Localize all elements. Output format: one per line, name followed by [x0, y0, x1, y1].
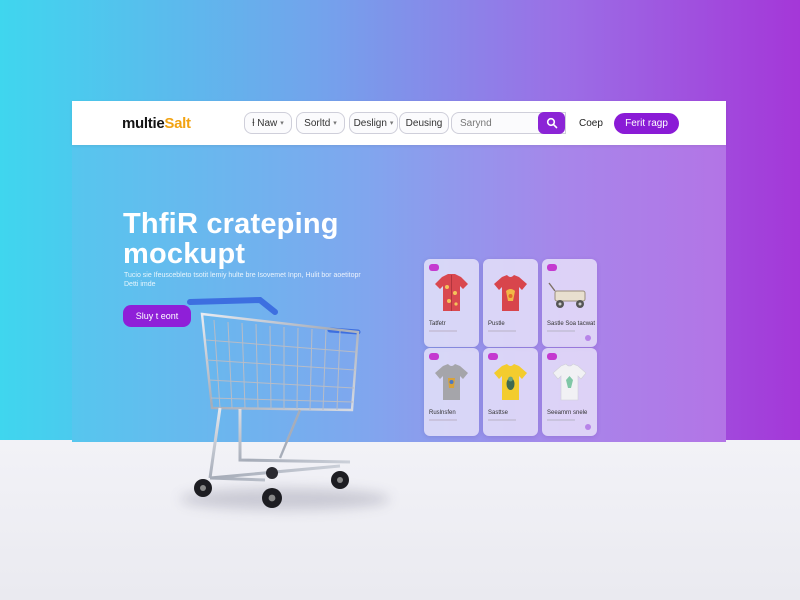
- menu-design-label: Deslign: [353, 117, 387, 129]
- shopping-cart-icon: [187, 296, 361, 508]
- chevron-down-icon: ▾: [333, 120, 337, 127]
- hero-title-line-2: mockupt: [123, 238, 246, 270]
- product-card[interactable]: Sasttse: [483, 348, 538, 436]
- favorite-dot: [585, 335, 591, 341]
- toy-wagon-icon: [548, 282, 586, 308]
- product-name: Pustle: [488, 321, 505, 327]
- logo-accent-text: Salt: [164, 115, 191, 132]
- product-price-line: [429, 419, 457, 421]
- search-placeholder: Sarynd: [460, 117, 492, 129]
- product-card[interactable]: Pustle: [483, 259, 538, 347]
- menu-plain[interactable]: Deusing: [399, 112, 449, 134]
- product-price-line: [488, 419, 516, 421]
- red-tshirt-icon: [494, 275, 527, 311]
- hero-title-line-1: ThfiR crateping: [123, 208, 339, 240]
- floor-backdrop: [0, 440, 800, 600]
- product-card[interactable]: Seeamrn snele: [542, 348, 597, 436]
- menu-new-label: ƚ Naw: [252, 117, 278, 129]
- menu-new[interactable]: ƚ Naw ▾: [244, 112, 292, 134]
- logo-main-text: multie: [122, 115, 165, 132]
- product-card[interactable]: Sastle Soa tacwat: [542, 259, 597, 347]
- nav-link[interactable]: Coep: [579, 118, 603, 129]
- header-cta-button[interactable]: Ferit ragp: [614, 113, 679, 134]
- gray-tshirt-icon: [435, 364, 468, 400]
- red-floral-shirt-icon: [435, 274, 468, 311]
- chevron-down-icon: ▾: [280, 120, 284, 127]
- product-price-line: [547, 330, 575, 332]
- product-name: Sasttse: [488, 410, 509, 416]
- yellow-tshirt-icon: [494, 364, 527, 400]
- search-icon: [546, 117, 557, 129]
- menu-sort-label: Sorltd: [304, 117, 331, 129]
- top-navbar: multieSalt ƚ Naw ▾ Sorltd ▾ Deslign ▾ De…: [72, 101, 726, 145]
- menu-plain-label: Deusing: [405, 117, 443, 129]
- site-logo[interactable]: multieSalt: [122, 115, 191, 132]
- website-mockup: multieSalt ƚ Naw ▾ Sorltd ▾ Deslign ▾ De…: [72, 101, 726, 442]
- product-price-line: [488, 330, 516, 332]
- menu-sort[interactable]: Sorltd ▾: [296, 112, 345, 134]
- hero-subtitle: Tucio sie Ifeuscebleto tsotit lemiy hult…: [124, 272, 361, 288]
- chevron-down-icon: ▾: [389, 120, 394, 127]
- product-name: Sastle Soa tacwat: [547, 321, 596, 327]
- product-price-line: [429, 330, 457, 332]
- product-card[interactable]: Ruslnsfen: [424, 348, 479, 436]
- product-card[interactable]: Tatfetr: [424, 259, 479, 347]
- product-price-line: [547, 419, 575, 421]
- product-name: Seeamrn snele: [547, 410, 588, 416]
- favorite-dot: [585, 424, 591, 430]
- product-grid: Tatfetr Pustle Sastle Soa tacwat Ruslnsf…: [424, 259, 617, 437]
- menu-design[interactable]: Deslign ▾: [349, 112, 398, 134]
- product-name: Tatfetr: [429, 321, 446, 327]
- product-name: Ruslnsfen: [429, 410, 456, 416]
- white-tshirt-icon: [552, 363, 587, 401]
- search-button[interactable]: [538, 112, 565, 134]
- hero-title: ThfiR crateping mockupt: [123, 209, 339, 269]
